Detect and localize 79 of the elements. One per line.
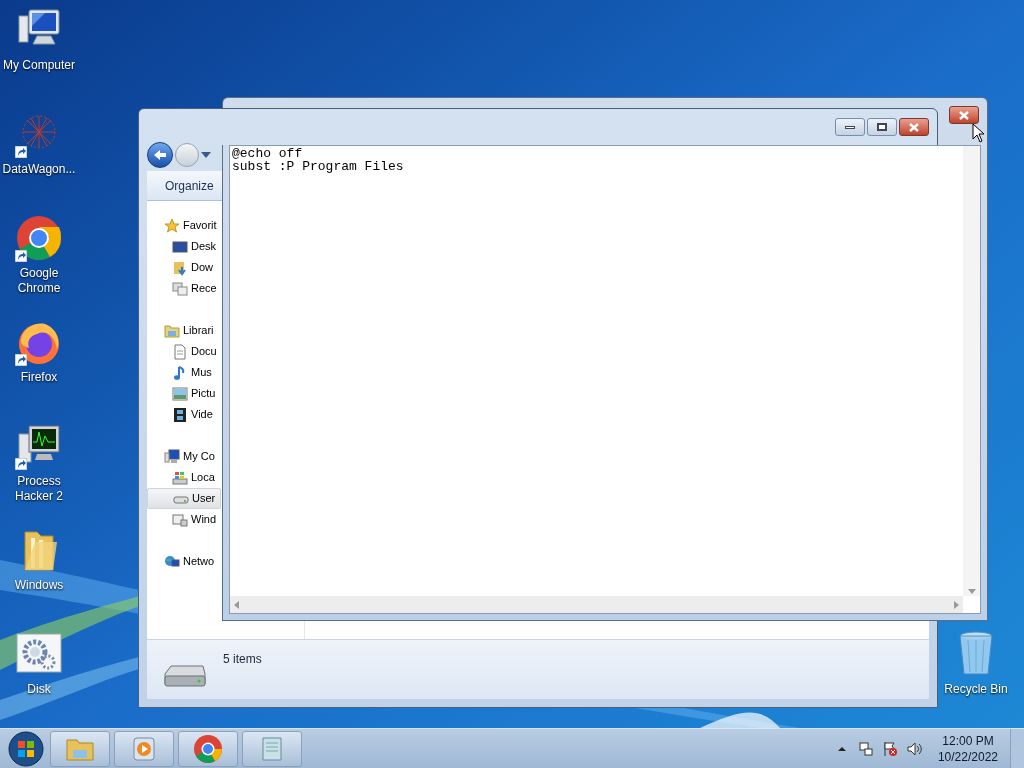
nav-label: My Co xyxy=(183,449,215,465)
organize-button[interactable]: Organize xyxy=(165,176,214,195)
picture-icon xyxy=(172,385,188,402)
text-line: @echo off xyxy=(232,147,304,160)
nav-label: Loca xyxy=(191,470,215,486)
back-arrow-icon xyxy=(153,149,167,161)
vertical-scrollbar[interactable] xyxy=(963,146,980,596)
download-folder-icon xyxy=(172,259,188,276)
nav-label: Netwo xyxy=(183,554,215,570)
start-button[interactable] xyxy=(6,730,46,767)
desktop-icon-label[interactable]: Recycle Bin xyxy=(944,682,1008,697)
minimize-button[interactable] xyxy=(835,118,865,136)
nav-label: Desk xyxy=(191,239,217,255)
system-drive-icon xyxy=(172,469,188,486)
start-orb-icon xyxy=(8,730,44,767)
shortcut-arrow-icon xyxy=(15,354,27,366)
text-line: subst :P Program Files xyxy=(232,160,405,173)
clock-time[interactable]: 12:00 PM xyxy=(942,732,994,749)
nav-label: Vide xyxy=(191,407,213,423)
close-icon xyxy=(959,110,969,120)
recent-places-icon xyxy=(172,280,188,297)
nav-label: Rece xyxy=(191,281,217,297)
shortcut-arrow-icon xyxy=(15,146,27,158)
close-button[interactable] xyxy=(899,118,929,136)
nav-label: Docu xyxy=(191,344,217,360)
nav-label: User xyxy=(192,491,216,507)
nav-label: Pictu xyxy=(191,386,216,402)
star-icon xyxy=(164,217,180,234)
nav-group-item[interactable]: Favorit xyxy=(147,215,221,236)
recycle-bin-icon xyxy=(956,630,996,678)
network-icon[interactable] xyxy=(857,740,874,757)
document-icon xyxy=(172,343,188,360)
nav-item[interactable]: Vide xyxy=(147,404,221,425)
desktop-icon-label[interactable]: DataWagon... xyxy=(2,162,76,177)
mouse-cursor-icon xyxy=(972,123,986,143)
computer-icon xyxy=(164,448,180,465)
nav-item[interactable]: User xyxy=(147,488,221,509)
back-button[interactable] xyxy=(147,142,173,168)
nav-item[interactable]: Loca xyxy=(147,467,221,488)
desktop-icon xyxy=(172,238,188,255)
nav-group-item[interactable]: Netwo xyxy=(147,551,221,572)
film-icon xyxy=(172,406,188,423)
nav-item[interactable]: Desk xyxy=(147,236,221,257)
nav-item[interactable]: Docu xyxy=(147,341,221,362)
desktop-icon-label[interactable]: Google Chrome xyxy=(0,266,78,296)
shortcut-arrow-icon xyxy=(15,458,27,470)
desktop-icon-label[interactable]: Firefox xyxy=(20,370,58,385)
nav-label: Favorit xyxy=(183,218,217,234)
nav-label: Mus xyxy=(191,365,212,381)
nav-item[interactable]: Rece xyxy=(147,278,221,299)
close-button[interactable] xyxy=(949,106,979,124)
library-icon xyxy=(164,322,180,339)
drive-icon xyxy=(172,511,188,528)
chrome-icon xyxy=(15,214,63,262)
desktop-icon-label[interactable]: Process Hacker 2 xyxy=(0,474,78,504)
nav-item[interactable]: Pictu xyxy=(147,383,221,404)
flag-icon[interactable] xyxy=(881,740,898,757)
scroll-down-icon[interactable] xyxy=(967,589,976,594)
close-icon xyxy=(909,122,919,132)
maximize-button[interactable] xyxy=(867,118,897,136)
nav-label: Wind xyxy=(191,512,217,528)
desktop-icon-label[interactable]: My Computer xyxy=(3,58,75,73)
nav-item[interactable]: Wind xyxy=(147,509,221,530)
network-icon xyxy=(164,553,180,570)
taskbar-app-button[interactable] xyxy=(178,730,238,767)
speaker-icon[interactable] xyxy=(905,740,922,757)
nav-group-item[interactable]: Librari xyxy=(147,320,221,341)
drive-icon xyxy=(163,664,207,690)
nav-label: Librari xyxy=(183,323,214,339)
item-count: 5 items xyxy=(223,651,262,668)
nav-item[interactable]: Mus xyxy=(147,362,221,383)
shortcut-arrow-icon xyxy=(15,250,27,262)
dropdown-arrow-icon[interactable] xyxy=(201,152,211,158)
nav-label: Dow xyxy=(191,260,213,276)
clock-date[interactable]: 10/22/2022 xyxy=(937,748,998,765)
chrome-icon xyxy=(193,733,223,764)
desktop-icon-label[interactable]: Windows xyxy=(14,578,64,593)
nav-item[interactable]: Dow xyxy=(147,257,221,278)
nav-group-item[interactable]: My Co xyxy=(147,446,221,467)
